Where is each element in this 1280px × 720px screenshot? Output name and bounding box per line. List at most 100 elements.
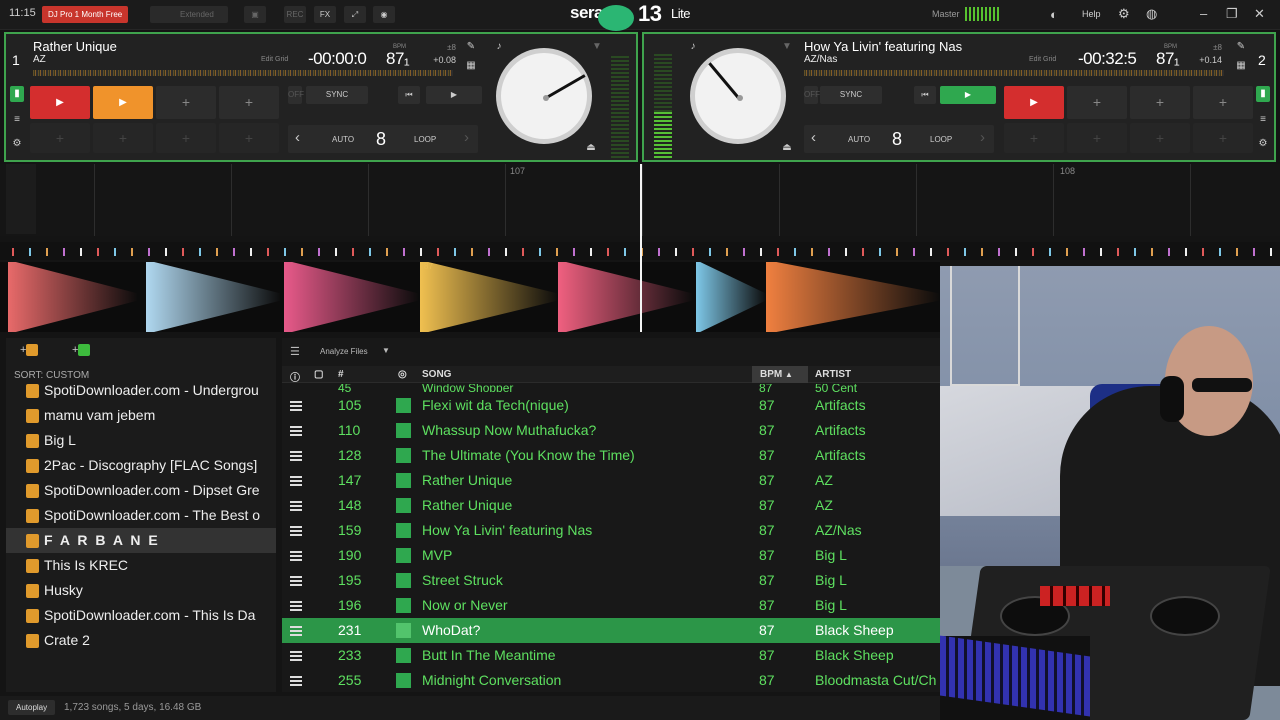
hotcue-8[interactable]: +: [1193, 123, 1253, 153]
play-button[interactable]: ▶: [426, 86, 482, 104]
settings-icon[interactable]: ⚙: [1256, 136, 1270, 152]
table-row[interactable]: 128 The Ultimate (You Know the Time) 87 Art…: [282, 443, 942, 468]
hotcue-5[interactable]: +: [1004, 123, 1064, 153]
shield-icon[interactable]: ▣: [244, 6, 266, 23]
add-crate-button[interactable]: +: [20, 344, 39, 357]
table-row[interactable]: 231 WhoDat? 87 Black Sheep: [282, 618, 942, 643]
menu-icon[interactable]: ≡: [10, 112, 24, 128]
hotcue-1[interactable]: ▶: [1004, 86, 1064, 119]
menu-icon[interactable]: ≡: [1256, 112, 1270, 128]
keylock-off[interactable]: OFF: [288, 86, 304, 104]
loop-prev-icon[interactable]: ‹: [811, 129, 816, 146]
cue-button[interactable]: ⏮: [914, 86, 936, 104]
bpm-column-header[interactable]: BPM ▲: [752, 366, 808, 383]
pitch-range[interactable]: ±8: [426, 43, 456, 52]
file-column-icon[interactable]: ▢: [314, 369, 323, 380]
mic-icon[interactable]: ◉: [373, 6, 395, 23]
add-smart-crate-button[interactable]: +: [72, 344, 91, 357]
midi-icon[interactable]: ⤢: [344, 6, 366, 23]
sync-button[interactable]: SYNC: [820, 86, 882, 104]
list-view-icon[interactable]: ☰: [290, 345, 300, 358]
cue-mode-icon[interactable]: ▮: [1256, 86, 1270, 102]
edit-grid-button[interactable]: Edit Grid: [1029, 56, 1056, 63]
platter[interactable]: [690, 48, 786, 144]
info-column-icon[interactable]: ⓘ: [290, 369, 300, 384]
hotcue-4[interactable]: +: [219, 86, 279, 119]
autoplay-button[interactable]: Autoplay: [8, 700, 56, 715]
loop-length[interactable]: 8: [892, 129, 902, 150]
promo-button[interactable]: DJ Pro 1 Month Free: [42, 6, 129, 23]
hotcue-2[interactable]: ▶: [93, 86, 153, 119]
track-overview[interactable]: [804, 70, 1224, 76]
chevron-down-icon[interactable]: ▼: [382, 346, 390, 355]
hotcue-3[interactable]: +: [1130, 86, 1190, 119]
hotcue-5[interactable]: +: [30, 123, 90, 153]
table-row[interactable]: 147 Rather Unique 87 AZ: [282, 468, 942, 493]
crate-item[interactable]: SpotiDownloader.com - Undergrou: [6, 378, 276, 403]
number-column-header[interactable]: #: [338, 369, 344, 380]
keylock-off[interactable]: OFF: [804, 86, 820, 104]
track-overview[interactable]: [33, 70, 453, 76]
note-icon[interactable]: ♪: [492, 39, 506, 55]
artist-column-header[interactable]: ARTIST: [815, 369, 851, 380]
settings-icon[interactable]: ⚙: [10, 136, 24, 152]
crate-item[interactable]: Husky: [6, 578, 276, 603]
account-icon[interactable]: ◍: [1146, 6, 1157, 22]
color-column-icon[interactable]: ◎: [398, 369, 407, 380]
eject-icon[interactable]: ⏏: [780, 140, 794, 156]
auto-loop-button[interactable]: AUTO: [848, 135, 870, 144]
crate-item[interactable]: SpotiDownloader.com - Dipset Gre: [6, 478, 276, 503]
crate-item[interactable]: F A R B A N E: [6, 528, 276, 553]
hotcue-2[interactable]: +: [1067, 86, 1127, 119]
moon-icon[interactable]: ◐: [1050, 7, 1058, 22]
song-column-header[interactable]: SONG: [422, 369, 451, 380]
loop-next-icon[interactable]: ›: [980, 129, 985, 146]
minimize-button[interactable]: –: [1200, 6, 1207, 21]
help-menu[interactable]: Help: [1082, 9, 1101, 19]
crate-item[interactable]: Big L: [6, 428, 276, 453]
pencil-icon[interactable]: ✎: [1234, 39, 1248, 55]
table-row[interactable]: 110 Whassup Now Muthafucka? 87 Artifacts: [282, 418, 942, 443]
table-row[interactable]: 148 Rather Unique 87 AZ: [282, 493, 942, 518]
loop-button[interactable]: LOOP: [414, 135, 436, 144]
cue-mode-icon[interactable]: ▮: [10, 86, 24, 102]
table-row[interactable]: 159 How Ya Livin' featuring Nas 87 AZ/Nas: [282, 518, 942, 543]
gear-icon[interactable]: ⚙: [1118, 6, 1130, 22]
hotcue-7[interactable]: +: [1130, 123, 1190, 153]
table-row[interactable]: 195 Street Struck 87 Big L: [282, 568, 942, 593]
filter-icon[interactable]: ▼: [590, 39, 604, 55]
table-row-partial[interactable]: 45 Window Shopper 87 50 Cent: [282, 384, 942, 392]
hotcue-8[interactable]: +: [219, 123, 279, 153]
hotcue-6[interactable]: +: [1067, 123, 1127, 153]
analyze-files-button[interactable]: Analyze Files: [320, 347, 368, 356]
crate-item[interactable]: Crate 2: [6, 628, 276, 653]
hotcue-4[interactable]: +: [1193, 86, 1253, 119]
fx-button[interactable]: FX: [314, 6, 336, 23]
hotcue-6[interactable]: +: [93, 123, 153, 153]
auto-loop-button[interactable]: AUTO: [332, 135, 354, 144]
close-button[interactable]: ✕: [1254, 6, 1265, 22]
maximize-button[interactable]: ❐: [1226, 6, 1238, 22]
hotcue-1[interactable]: ▶: [30, 86, 90, 119]
crate-item[interactable]: mamu vam jebem: [6, 403, 276, 428]
table-row[interactable]: 105 Flexi wit da Tech(nique) 87 Artifacts: [282, 393, 942, 418]
hotcue-7[interactable]: +: [156, 123, 216, 153]
rec-button[interactable]: REC: [284, 6, 306, 23]
table-row[interactable]: 196 Now or Never 87 Big L: [282, 593, 942, 618]
platter[interactable]: [496, 48, 592, 144]
grid-icon[interactable]: ▦: [1234, 58, 1248, 74]
crate-item[interactable]: This Is KREC: [6, 553, 276, 578]
loop-next-icon[interactable]: ›: [464, 129, 469, 146]
note-icon[interactable]: ♪: [686, 39, 700, 55]
hotcue-3[interactable]: +: [156, 86, 216, 119]
play-button[interactable]: ▶: [940, 86, 996, 104]
table-row[interactable]: 233 Butt In The Meantime 87 Black Sheep: [282, 643, 942, 668]
loop-length[interactable]: 8: [376, 129, 386, 150]
pitch-range[interactable]: ±8: [1192, 43, 1222, 52]
sync-button[interactable]: SYNC: [306, 86, 368, 104]
crate-item[interactable]: SpotiDownloader.com - The Best o: [6, 503, 276, 528]
crate-item[interactable]: 2Pac - Discography [FLAC Songs]: [6, 453, 276, 478]
layout-dropdown[interactable]: Extended: [150, 6, 228, 23]
crate-item[interactable]: SpotiDownloader.com - This Is Da: [6, 603, 276, 628]
grid-icon[interactable]: ▦: [464, 58, 478, 74]
